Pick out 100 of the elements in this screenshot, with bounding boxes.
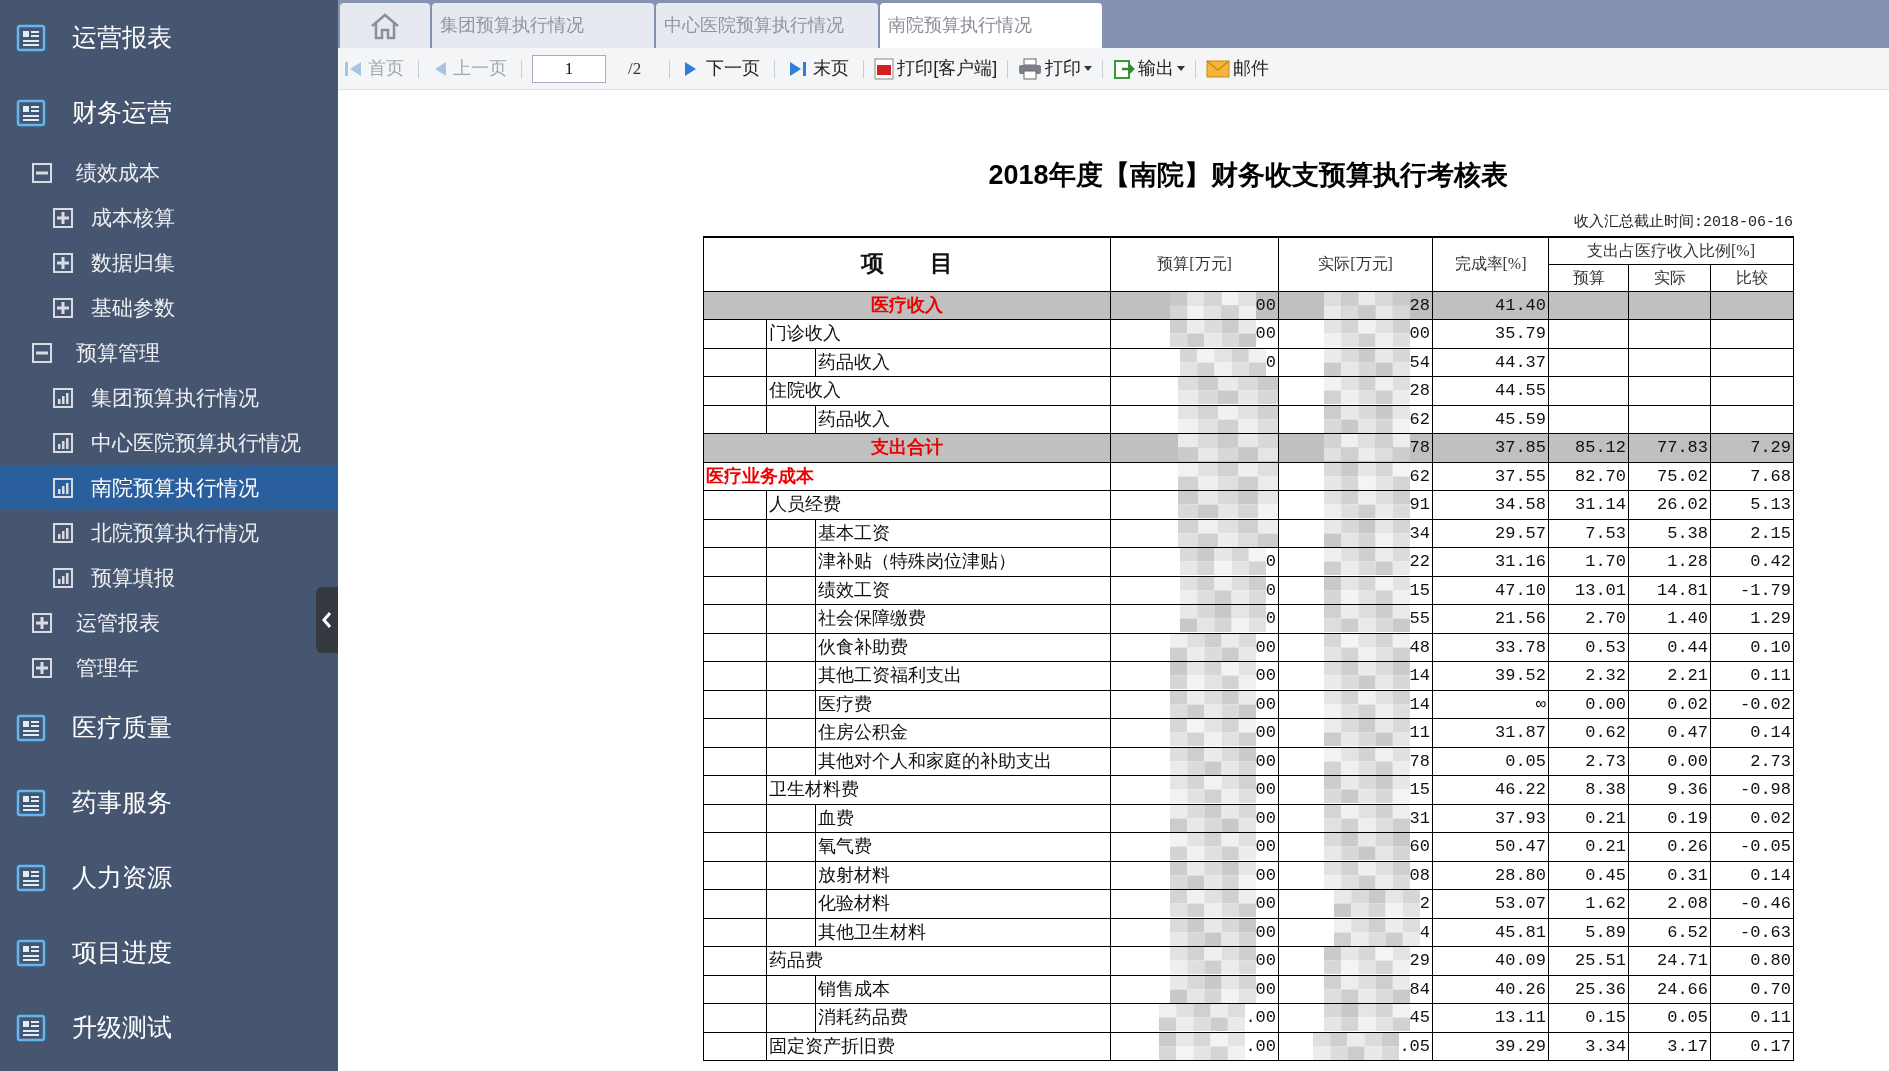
tree-item[interactable]: 成本核算 — [0, 195, 338, 240]
row-label: 消耗药品费 — [818, 1007, 908, 1028]
row-label: 社会保障缴费 — [818, 608, 926, 629]
sidebar-item[interactable]: 运营报表 — [0, 0, 338, 75]
report-title: 2018年度【南院】财务收支预算执行考核表 — [987, 159, 1509, 192]
table-cell-text: 00 — [1255, 667, 1277, 685]
pdf-icon — [874, 57, 895, 80]
tree-item[interactable]: 运管报表 — [0, 600, 312, 645]
column-header: 支出占医疗收入比例[%] — [1548, 237, 1794, 264]
table-cell-text: 78 — [1409, 439, 1431, 457]
row-label: 销售成本 — [818, 978, 890, 999]
sidebar-item[interactable]: 人力资源 — [0, 840, 338, 915]
row-label: 门诊收入 — [769, 323, 841, 344]
cutoff-date: 收入汇总截止时间:2018-06-16 — [1573, 212, 1793, 233]
collapse-icon[interactable] — [32, 342, 52, 363]
tree-item[interactable]: 中心医院预算执行情况 — [0, 420, 338, 465]
table-cell: 47.10 — [1495, 580, 1546, 600]
table-cell-text: 60 — [1409, 838, 1431, 856]
table-cell: 8.38 — [1585, 780, 1626, 799]
tree-item[interactable]: 集团预算执行情况 — [0, 375, 338, 420]
table-cell-text: 00 — [1255, 752, 1277, 770]
table-cell-text: 62 — [1409, 410, 1431, 428]
table-cell-text: 00 — [1255, 296, 1277, 314]
sidebar-item[interactable]: 升级测试 — [0, 990, 338, 1065]
expand-icon[interactable] — [53, 297, 73, 318]
table-cell: 50.47 — [1495, 837, 1546, 856]
tree-item[interactable]: 基础参数 — [0, 285, 338, 330]
table-cell-text: 15 — [1409, 781, 1431, 799]
table-cell: 2.21 — [1667, 666, 1708, 685]
caret-icon — [1084, 66, 1093, 71]
row-label: 放射材料 — [818, 864, 890, 885]
table-cell: -0.02 — [1740, 694, 1791, 714]
row-label: 固定资产折旧费 — [769, 1035, 895, 1056]
expand-icon[interactable] — [32, 612, 52, 633]
table-cell: 2.70 — [1585, 609, 1626, 628]
tab[interactable]: 南院预算执行情况 — [880, 3, 1102, 48]
row-label: 基本工资 — [818, 522, 890, 543]
collapse-icon[interactable] — [32, 162, 52, 183]
table-cell: -1.79 — [1740, 580, 1791, 600]
row-label: 绩效工资 — [818, 579, 890, 600]
tree-item[interactable]: 数据归集 — [0, 240, 338, 285]
table-cell: 1.29 — [1750, 609, 1791, 628]
table-cell-text: 28 — [1409, 382, 1431, 400]
table-cell: 0.00 — [1585, 694, 1626, 714]
table-cell-text: .00 — [1245, 1009, 1277, 1027]
table-cell: 0.05 — [1667, 1008, 1708, 1027]
row-label: 人员经费 — [769, 494, 841, 515]
sidebar-item[interactable]: 医疗质量 — [0, 690, 338, 765]
home-tab[interactable] — [340, 3, 430, 48]
report-icon — [16, 937, 46, 968]
table-cell-text: 00 — [1255, 809, 1277, 827]
sidebar-item[interactable]: 财务运营 — [0, 75, 338, 150]
table-cell-text: 00 — [1255, 695, 1277, 713]
column-header: 预算[万元] — [1110, 237, 1279, 291]
row-label: 伙食补助费 — [818, 636, 908, 657]
column-header: 实际[万元] — [1278, 237, 1433, 291]
table-cell: 2.08 — [1667, 894, 1708, 913]
table-cell: 40.09 — [1495, 951, 1546, 970]
export-button[interactable]: 输出 — [1113, 55, 1186, 82]
mail-button[interactable]: 邮件 — [1206, 55, 1270, 82]
table-cell-text: 00 — [1255, 838, 1277, 856]
tree-item[interactable]: 管理年 — [0, 645, 312, 690]
row-label: 住房公积金 — [818, 722, 908, 743]
sidebar-item[interactable]: 药事服务 — [0, 765, 338, 840]
report-icon — [16, 862, 46, 893]
tree-item[interactable]: 预算填报 — [0, 555, 338, 600]
expand-icon[interactable] — [53, 252, 73, 273]
print-button[interactable]: 打印 — [1018, 55, 1093, 82]
table-cell-text: 00 — [1409, 325, 1431, 343]
page-number-field[interactable]: 1 — [532, 54, 606, 83]
row-label: 医疗费 — [818, 693, 872, 714]
table-cell: 9.36 — [1667, 780, 1708, 799]
report-icon — [16, 712, 46, 743]
page-nav-button[interactable]: 下一页 — [680, 55, 765, 82]
table-cell: 24.66 — [1657, 979, 1708, 999]
tree-item[interactable]: 预算管理 — [0, 330, 312, 375]
table-cell-text: .05 — [1399, 1037, 1431, 1055]
table-cell: 0.05 — [1505, 751, 1546, 771]
tree-item[interactable]: 绩效成本 — [0, 150, 312, 195]
page-total: /2 — [628, 57, 642, 80]
expand-icon[interactable] — [32, 657, 52, 678]
collapse-sidebar-button[interactable] — [316, 587, 338, 653]
table-cell: 0.62 — [1585, 723, 1626, 742]
row-label: 津补贴（特殊岗位津贴） — [818, 551, 1016, 572]
mail-icon — [1206, 59, 1231, 78]
tree-item[interactable]: 南院预算执行情况 — [0, 465, 338, 510]
page-nav-button[interactable]: 末页 — [785, 55, 854, 82]
tree-item[interactable]: 北院预算执行情况 — [0, 510, 338, 555]
bar-chart-icon — [53, 432, 73, 453]
table-cell-text: 11 — [1409, 724, 1431, 742]
table-cell: 1.28 — [1667, 552, 1708, 571]
expand-icon[interactable] — [53, 207, 73, 228]
table-cell: 0.02 — [1667, 694, 1708, 714]
table-cell: 13.01 — [1575, 580, 1626, 600]
table-cell: 46.22 — [1495, 780, 1546, 799]
print-client-button[interactable]: 打印[客户端] — [874, 55, 998, 82]
table-cell-text: 62 — [1409, 467, 1431, 485]
table-cell-text: 55 — [1409, 610, 1431, 628]
sidebar-item[interactable]: 项目进度 — [0, 915, 338, 990]
row-label: 卫生材料费 — [769, 779, 859, 800]
